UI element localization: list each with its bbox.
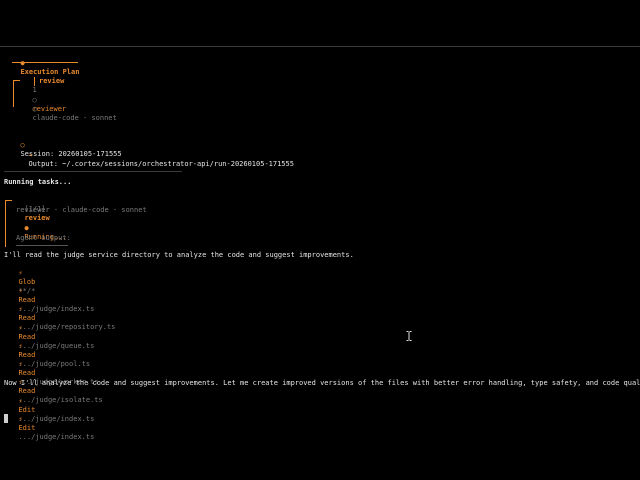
plan-title-underline: [12, 62, 78, 63]
lightning-icon: ⚡: [18, 324, 23, 332]
lightning-icon: ⚡: [18, 360, 23, 368]
task-frame: [5, 200, 12, 247]
lightning-icon: ⚡: [18, 305, 23, 313]
plan-model: claude-code · sonnet: [32, 114, 117, 122]
edit-line: ⚡ Edit .../judge/index.ts: [10, 406, 94, 442]
session-output-path: Output: ~/.cortex/sessions/orchestrator-…: [28, 160, 294, 168]
plan-title: Execution Plan: [20, 68, 80, 76]
session-output-row: → Output: ~/.cortex/sessions/orchestrato…: [20, 142, 294, 169]
plan-step-frame: [13, 80, 20, 107]
lightning-icon: ⚡: [18, 287, 23, 295]
lightning-icon: ⚡: [18, 269, 23, 277]
plan-header: ● Execution Plan: [12, 50, 79, 77]
agent-output-label: Agent output:: [16, 234, 71, 242]
arrow-right-icon: →: [28, 151, 33, 159]
terminal-cursor[interactable]: [4, 414, 8, 423]
tool-name: Edit: [18, 424, 36, 432]
log-summary: Now I'll analyze the code and suggest im…: [4, 379, 640, 387]
agent-output-underline: [16, 245, 68, 246]
lightning-icon: ⚡: [18, 397, 23, 405]
status-dot-icon: ●: [24, 224, 29, 232]
running-header: Running tasks...: [4, 178, 72, 186]
running-divider: [4, 171, 182, 172]
top-divider: [0, 46, 640, 47]
mouse-ibeam-icon: [406, 331, 412, 341]
plan-step-name: review: [39, 77, 65, 85]
model-circle-icon: ○: [32, 105, 37, 113]
lightning-icon: ⚡: [18, 342, 23, 350]
plan-step-bar: [34, 77, 35, 86]
lightning-icon: ⚡: [18, 415, 23, 423]
tool-arg: .../judge/index.ts: [18, 433, 95, 441]
plan-model-row: ○ claude-code · sonnet: [24, 96, 117, 123]
plan-bullet-icon: ●: [20, 59, 25, 67]
log-intro: I'll read the judge service directory to…: [4, 251, 354, 259]
task-meta: reviewer · claude-code · sonnet: [16, 206, 147, 214]
